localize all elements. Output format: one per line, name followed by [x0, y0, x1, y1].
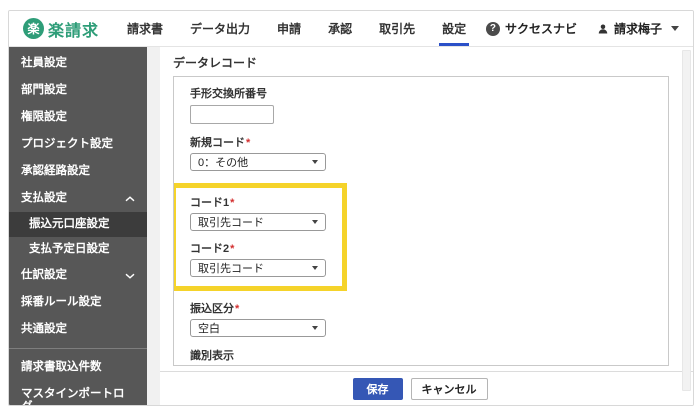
highlight-box: コード1* 取引先コード コード2* 取引先コード [174, 182, 347, 291]
form-footer: 保存 キャンセル [147, 371, 693, 405]
app-logo[interactable]: 楽 楽請求 [23, 11, 99, 46]
code2-field: コード2* 取引先コード [190, 242, 330, 277]
top-nav-bar: 楽 楽請求 請求書 データ出力 申請 承認 取引先 設定 ? サクセスナビ 請求… [9, 11, 693, 47]
cancel-button[interactable]: キャンセル [410, 377, 488, 400]
code2-label: コード2* [190, 242, 235, 255]
sidebar-item-permission-settings[interactable]: 権限設定 [9, 104, 147, 131]
select-caret-icon [312, 325, 318, 330]
code2-select[interactable]: 取引先コード [190, 258, 326, 277]
code1-select[interactable]: 取引先コード [190, 212, 326, 231]
code1-label: コード1* [190, 196, 235, 209]
nav-data-export[interactable]: データ出力 [190, 11, 250, 46]
chevron-down-icon [125, 273, 135, 279]
form-content: データレコード 手形交換所番号 新規コード* 0：その他 コード1* 取引先コー… [147, 47, 693, 405]
transfer-type-field: 振込区分* 空白 [190, 302, 668, 337]
required-asterisk: * [230, 196, 235, 209]
user-name: 請求梅子 [613, 22, 662, 36]
settings-sidebar: 社員設定 部門設定 権限設定 プロジェクト設定 承認経路設定 支払設定 振込元口… [9, 47, 147, 405]
new-code-label: 新規コード* [190, 136, 251, 149]
data-record-panel: 手形交換所番号 新規コード* 0：その他 コード1* 取引先コード コード2* … [173, 76, 669, 366]
select-caret-icon [312, 219, 318, 224]
nav-invoices[interactable]: 請求書 [127, 11, 163, 46]
main-area: データレコード 手形交換所番号 新規コード* 0：その他 コード1* 取引先コー… [147, 47, 693, 405]
sidebar-item-department-settings[interactable]: 部門設定 [9, 77, 147, 104]
required-asterisk: * [235, 302, 240, 315]
save-button[interactable]: 保存 [352, 377, 403, 400]
sidebar-item-invoice-import-count[interactable]: 請求書取込件数 [9, 354, 147, 381]
sidebar-item-master-import-log[interactable]: マスタインポートログ [9, 381, 147, 405]
sidebar-item-payment-due-date[interactable]: 支払予定日設定 [9, 237, 147, 262]
logo-icon: 楽 [23, 18, 44, 39]
new-code-select[interactable]: 0：その他 [190, 152, 326, 171]
main-nav: 請求書 データ出力 申請 承認 取引先 設定 [127, 11, 470, 46]
sidebar-item-project-settings[interactable]: プロジェクト設定 [9, 131, 147, 158]
transfer-type-label: 振込区分* [190, 302, 240, 315]
transfer-type-select[interactable]: 空白 [190, 318, 326, 337]
nav-partners[interactable]: 取引先 [379, 11, 415, 46]
new-code-field: 新規コード* 0：その他 [190, 136, 668, 171]
sidebar-item-numbering-rule[interactable]: 採番ルール設定 [9, 289, 147, 316]
vertical-scrollbar[interactable] [682, 50, 691, 391]
success-navi-label: サクセスナビ [504, 22, 577, 36]
sidebar-divider [9, 348, 147, 349]
sidebar-item-employee-settings[interactable]: 社員設定 [9, 50, 147, 77]
new-code-select-value: 0：その他 [198, 156, 249, 169]
sidebar-item-approval-route-settings[interactable]: 承認経路設定 [9, 158, 147, 185]
clearing-house-input[interactable] [190, 104, 274, 124]
caret-down-icon [671, 26, 679, 31]
clearing-house-label: 手形交換所番号 [190, 88, 267, 100]
required-asterisk: * [230, 242, 235, 255]
code1-field: コード1* 取引先コード [190, 196, 330, 231]
logo-text: 楽請求 [48, 22, 100, 40]
content-gutter [147, 47, 160, 405]
person-icon [598, 24, 608, 33]
transfer-type-select-value: 空白 [198, 322, 220, 335]
nav-approval[interactable]: 承認 [328, 11, 352, 46]
nav-application[interactable]: 申請 [277, 11, 301, 46]
identification-field: 識別表示 EDI情報を出力する EDI情報を出力しない [190, 349, 668, 366]
identification-label: 識別表示 [190, 349, 234, 362]
success-navi-link[interactable]: ? サクセスナビ [485, 20, 577, 37]
sidebar-group-journal-settings[interactable]: 仕訳設定 [9, 262, 147, 289]
select-caret-icon [312, 159, 318, 164]
user-menu[interactable]: 請求梅子 [597, 20, 679, 37]
chevron-up-icon [125, 195, 135, 202]
code2-select-value: 取引先コード [198, 262, 264, 275]
nav-settings[interactable]: 設定 [439, 11, 470, 46]
header-right: ? サクセスナビ 請求梅子 [485, 11, 679, 46]
section-title: データレコード [173, 56, 258, 70]
clearing-house-field: 手形交換所番号 [190, 87, 668, 124]
required-asterisk: * [246, 136, 251, 149]
sidebar-item-common-settings[interactable]: 共通設定 [9, 316, 147, 343]
app-window: 楽 楽請求 請求書 データ出力 申請 承認 取引先 設定 ? サクセスナビ 請求… [8, 10, 694, 406]
select-caret-icon [312, 265, 318, 270]
sidebar-item-transfer-source-account[interactable]: 振込元口座設定 [9, 212, 147, 237]
code1-select-value: 取引先コード [198, 216, 264, 229]
question-icon: ? [485, 21, 500, 36]
sidebar-group-payment-settings[interactable]: 支払設定 [9, 185, 147, 212]
